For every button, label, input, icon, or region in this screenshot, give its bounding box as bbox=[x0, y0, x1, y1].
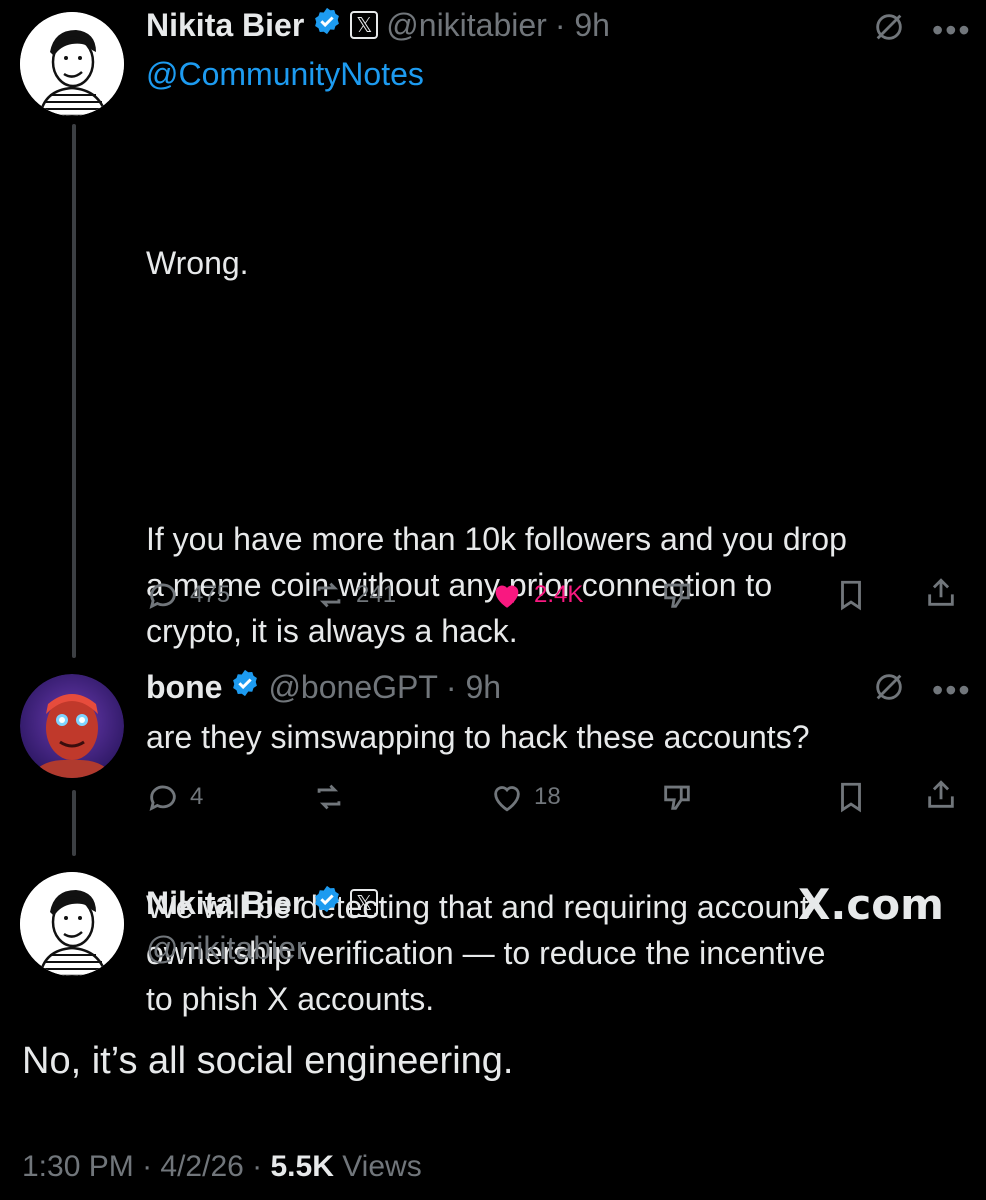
tweet-time[interactable]: 1:30 PM bbox=[22, 1150, 134, 1183]
repost-icon bbox=[317, 784, 341, 810]
author-name[interactable]: Nikita Bier bbox=[146, 885, 304, 922]
avatar[interactable] bbox=[20, 674, 124, 778]
author-handle[interactable]: @boneGPT bbox=[268, 669, 437, 706]
repost-button[interactable]: 241 bbox=[312, 578, 396, 612]
share-button[interactable] bbox=[924, 778, 958, 812]
reply-count: 4 bbox=[190, 783, 204, 810]
reply-icon bbox=[149, 583, 176, 609]
like-count: 2.4K bbox=[534, 581, 584, 608]
tweet-header-actions: ••• bbox=[872, 670, 972, 709]
main-tweet-text: No, it’s all social engineering. bbox=[22, 1040, 514, 1082]
reply-count: 475 bbox=[190, 581, 231, 608]
author-handle[interactable]: @nikitabier bbox=[386, 7, 547, 44]
bookmark-icon bbox=[841, 782, 861, 813]
tweet-header-actions: ••• bbox=[872, 10, 972, 49]
tweet-text: are they simswapping to hack these accou… bbox=[146, 719, 810, 755]
like-button[interactable]: 2.4K bbox=[490, 578, 583, 612]
reply-mention[interactable]: @CommunityNotes bbox=[146, 56, 424, 93]
heart-icon bbox=[494, 786, 520, 812]
repost-count: 241 bbox=[356, 581, 397, 608]
tweet-meta: 1:30 PM · 4/2/26 · 5.5K Views bbox=[22, 1150, 422, 1183]
like-button[interactable]: 18 bbox=[490, 780, 561, 814]
share-icon bbox=[928, 578, 954, 606]
more-icon[interactable]: ••• bbox=[932, 674, 972, 706]
x-affiliate-badge-icon: 𝕏 bbox=[350, 889, 379, 917]
bookmark-icon bbox=[841, 580, 861, 611]
view-count: 5.5K bbox=[270, 1150, 334, 1183]
more-icon[interactable]: ••• bbox=[932, 14, 972, 46]
watermark: X.com bbox=[798, 880, 944, 929]
verified-badge-icon bbox=[312, 6, 342, 44]
share-icon bbox=[928, 780, 954, 808]
heart-icon bbox=[495, 585, 519, 608]
dislike-button[interactable] bbox=[660, 578, 694, 612]
views-label: Views bbox=[342, 1150, 422, 1183]
tweet-header: Nikita Bier 𝕏 @nikitabier · 9h bbox=[146, 6, 610, 44]
x-affiliate-badge-icon: 𝕏 bbox=[350, 11, 379, 39]
avatar[interactable] bbox=[20, 872, 124, 976]
reply-button[interactable]: 475 bbox=[146, 578, 230, 612]
share-button[interactable] bbox=[924, 576, 958, 610]
dislike-icon bbox=[664, 785, 690, 810]
tweet-time[interactable]: · 9h bbox=[555, 7, 610, 44]
grok-icon[interactable] bbox=[872, 10, 906, 49]
author-name[interactable]: bone bbox=[146, 669, 222, 706]
like-count: 18 bbox=[534, 783, 561, 810]
verified-badge-icon bbox=[230, 668, 260, 706]
bookmark-button[interactable] bbox=[834, 780, 868, 814]
author-handle[interactable]: @nikitabier bbox=[146, 930, 307, 967]
thread-line bbox=[72, 790, 76, 856]
tweet-date[interactable]: 4/2/26 bbox=[160, 1150, 243, 1183]
dislike-icon bbox=[664, 583, 690, 608]
reply-button[interactable]: 4 bbox=[146, 780, 203, 814]
tweet-paragraph: Wrong. bbox=[146, 245, 249, 281]
verified-badge-icon bbox=[312, 884, 342, 922]
author-name[interactable]: Nikita Bier bbox=[146, 7, 304, 44]
thread-line bbox=[72, 124, 76, 658]
bookmark-button[interactable] bbox=[834, 578, 868, 612]
grok-icon[interactable] bbox=[872, 670, 906, 709]
repost-icon bbox=[317, 582, 341, 608]
repost-button[interactable] bbox=[312, 780, 346, 814]
dislike-button[interactable] bbox=[660, 780, 694, 814]
tweet-header: Nikita Bier 𝕏 bbox=[146, 884, 379, 922]
avatar[interactable] bbox=[20, 12, 124, 116]
tweet-time[interactable]: · 9h bbox=[446, 669, 501, 706]
reply-icon bbox=[149, 785, 176, 811]
tweet-header: bone @boneGPT · 9h bbox=[146, 668, 501, 706]
